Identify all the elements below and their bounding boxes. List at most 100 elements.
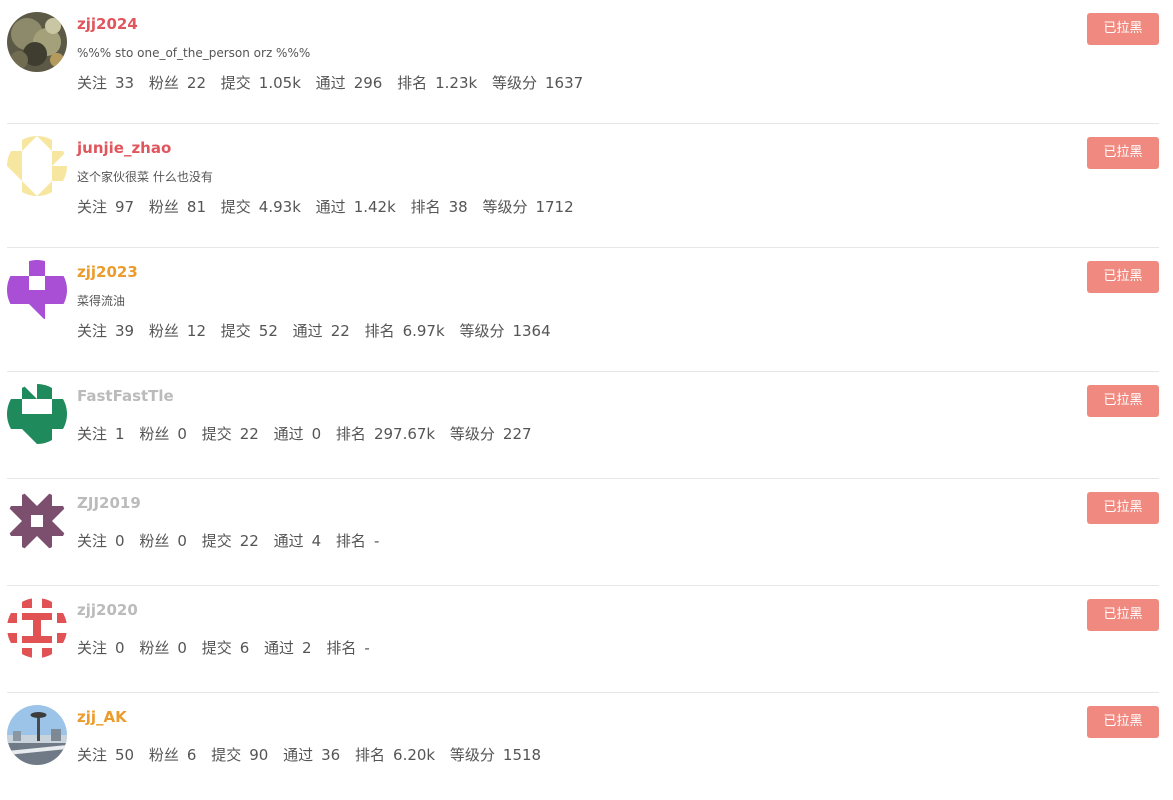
username-link[interactable]: FastFastTle — [77, 386, 1079, 406]
user-stats: 关注 50 粉丝 6 提交 90 通过 36 排名 6.20k 等级分 1518 — [77, 745, 1079, 765]
user-stats: 关注 0 粉丝 0 提交 6 通过 2 排名 - — [77, 638, 1079, 658]
fans-label: 粉丝 — [148, 74, 179, 92]
score-value: 1364 — [512, 322, 551, 340]
fans-label: 粉丝 — [139, 425, 170, 443]
pass-count: 1.42k — [353, 198, 396, 216]
avatar[interactable] — [7, 12, 67, 72]
pass-count: 296 — [353, 74, 383, 92]
score-label: 等级分 — [459, 322, 505, 340]
submit-count: 90 — [249, 746, 269, 764]
score-label: 等级分 — [449, 746, 495, 764]
user-bio: 菜得流油 — [77, 294, 126, 308]
follow-label: 关注 — [77, 532, 108, 550]
rank-value: - — [364, 639, 370, 657]
rank-label: 排名 — [326, 639, 357, 657]
rank-label: 排名 — [397, 74, 428, 92]
unblock-button[interactable]: 已拉黑 — [1087, 13, 1159, 45]
score-value: 1712 — [535, 198, 574, 216]
username-link[interactable]: junjie_zhao — [77, 138, 1079, 158]
rank-label: 排名 — [364, 322, 395, 340]
follow-label: 关注 — [77, 425, 108, 443]
pass-label: 通过 — [273, 532, 304, 550]
pass-label: 通过 — [283, 746, 314, 764]
rank-label: 排名 — [335, 425, 366, 443]
unblock-button[interactable]: 已拉黑 — [1087, 599, 1159, 631]
username-link[interactable]: zjj_AK — [77, 707, 1079, 727]
user-stats: 关注 97 粉丝 81 提交 4.93k 通过 1.42k 排名 38 等级分 1712 — [77, 197, 1079, 217]
username-link[interactable]: zjj2023 — [77, 262, 1079, 282]
avatar[interactable] — [7, 136, 67, 196]
rank-value: 6.20k — [393, 746, 436, 764]
pass-label: 通过 — [315, 74, 346, 92]
pass-label: 通过 — [315, 198, 346, 216]
fans-label: 粉丝 — [139, 639, 170, 657]
follow-label: 关注 — [77, 746, 108, 764]
avatar[interactable] — [7, 260, 67, 320]
pass-count: 2 — [302, 639, 312, 657]
rank-value: 38 — [448, 198, 468, 216]
avatar[interactable] — [7, 491, 67, 551]
user-stats: 关注 0 粉丝 0 提交 22 通过 4 排名 - — [77, 531, 1079, 551]
user-row: zjj_AK 关注 50 粉丝 6 提交 90 通过 36 排名 6.20k 等级分 151… — [7, 693, 1159, 800]
username-link[interactable]: zjj2024 — [77, 14, 1079, 34]
avatar[interactable] — [7, 598, 67, 658]
submit-label: 提交 — [220, 74, 251, 92]
pass-label: 通过 — [264, 639, 295, 657]
score-value: 1518 — [502, 746, 542, 764]
pass-count: 4 — [311, 532, 322, 550]
follow-count: 33 — [115, 74, 135, 92]
follow-count: 0 — [115, 532, 125, 550]
rank-value: - — [373, 532, 380, 550]
unblock-button[interactable]: 已拉黑 — [1087, 492, 1159, 524]
username-link[interactable]: ZJJ2019 — [77, 493, 1079, 513]
rank-value: 6.97k — [402, 322, 445, 340]
follow-count: 0 — [115, 639, 125, 657]
avatar[interactable] — [7, 705, 67, 765]
follow-label: 关注 — [77, 322, 108, 340]
blocked-user-list: zjj2024 %%% sto one_of_the_person orz %%… — [0, 0, 1173, 800]
rank-label: 排名 — [335, 532, 366, 550]
fans-count: 0 — [177, 639, 187, 657]
unblock-button[interactable]: 已拉黑 — [1087, 706, 1159, 738]
pass-count: 0 — [311, 425, 322, 443]
submit-label: 提交 — [211, 746, 242, 764]
fans-count: 81 — [186, 198, 206, 216]
pass-count: 22 — [330, 322, 350, 340]
score-value: 227 — [502, 425, 532, 443]
rank-value: 297.67k — [373, 425, 436, 443]
submit-count: 52 — [258, 322, 278, 340]
pass-count: 36 — [321, 746, 341, 764]
user-row: zjj2023 菜得流油 关注 39 粉丝 12 提交 52 通过 22 排名 6.97k… — [7, 248, 1159, 372]
submit-count: 4.93k — [258, 198, 301, 216]
rank-label: 排名 — [410, 198, 441, 216]
follow-label: 关注 — [77, 639, 108, 657]
user-stats: 关注 33 粉丝 22 提交 1.05k 通过 296 排名 1.23k 等级分 1637 — [77, 73, 1079, 93]
fans-label: 粉丝 — [148, 322, 179, 340]
pass-label: 通过 — [273, 425, 304, 443]
username-link[interactable]: zjj2020 — [77, 600, 1079, 620]
submit-label: 提交 — [220, 198, 251, 216]
rank-label: 排名 — [355, 746, 386, 764]
submit-label: 提交 — [201, 639, 232, 657]
follow-count: 50 — [115, 746, 135, 764]
user-stats: 关注 39 粉丝 12 提交 52 通过 22 排名 6.97k 等级分 1364 — [77, 321, 1079, 341]
user-row: zjj2020 关注 0 粉丝 0 提交 6 通过 2 排名 - 已拉黑 — [7, 586, 1159, 693]
submit-label: 提交 — [201, 532, 232, 550]
fans-label: 粉丝 — [139, 532, 170, 550]
user-row: FastFastTle 关注 1 粉丝 0 提交 22 通过 0 排名 297.67k 等… — [7, 372, 1159, 479]
user-row: zjj2024 %%% sto one_of_the_person orz %%… — [7, 0, 1159, 124]
unblock-button[interactable]: 已拉黑 — [1087, 261, 1159, 293]
unblock-button[interactable]: 已拉黑 — [1087, 137, 1159, 169]
follow-label: 关注 — [77, 74, 108, 92]
fans-count: 12 — [186, 322, 206, 340]
avatar[interactable] — [7, 384, 67, 444]
submit-label: 提交 — [220, 322, 251, 340]
fans-count: 0 — [177, 532, 187, 550]
fans-count: 0 — [177, 425, 187, 443]
fans-count: 22 — [186, 74, 206, 92]
user-stats: 关注 1 粉丝 0 提交 22 通过 0 排名 297.67k 等级分 227 — [77, 424, 1079, 444]
unblock-button[interactable]: 已拉黑 — [1087, 385, 1159, 417]
user-bio: %%% sto one_of_the_person orz %%% — [77, 46, 311, 60]
score-label: 等级分 — [482, 198, 528, 216]
fans-label: 粉丝 — [148, 746, 179, 764]
